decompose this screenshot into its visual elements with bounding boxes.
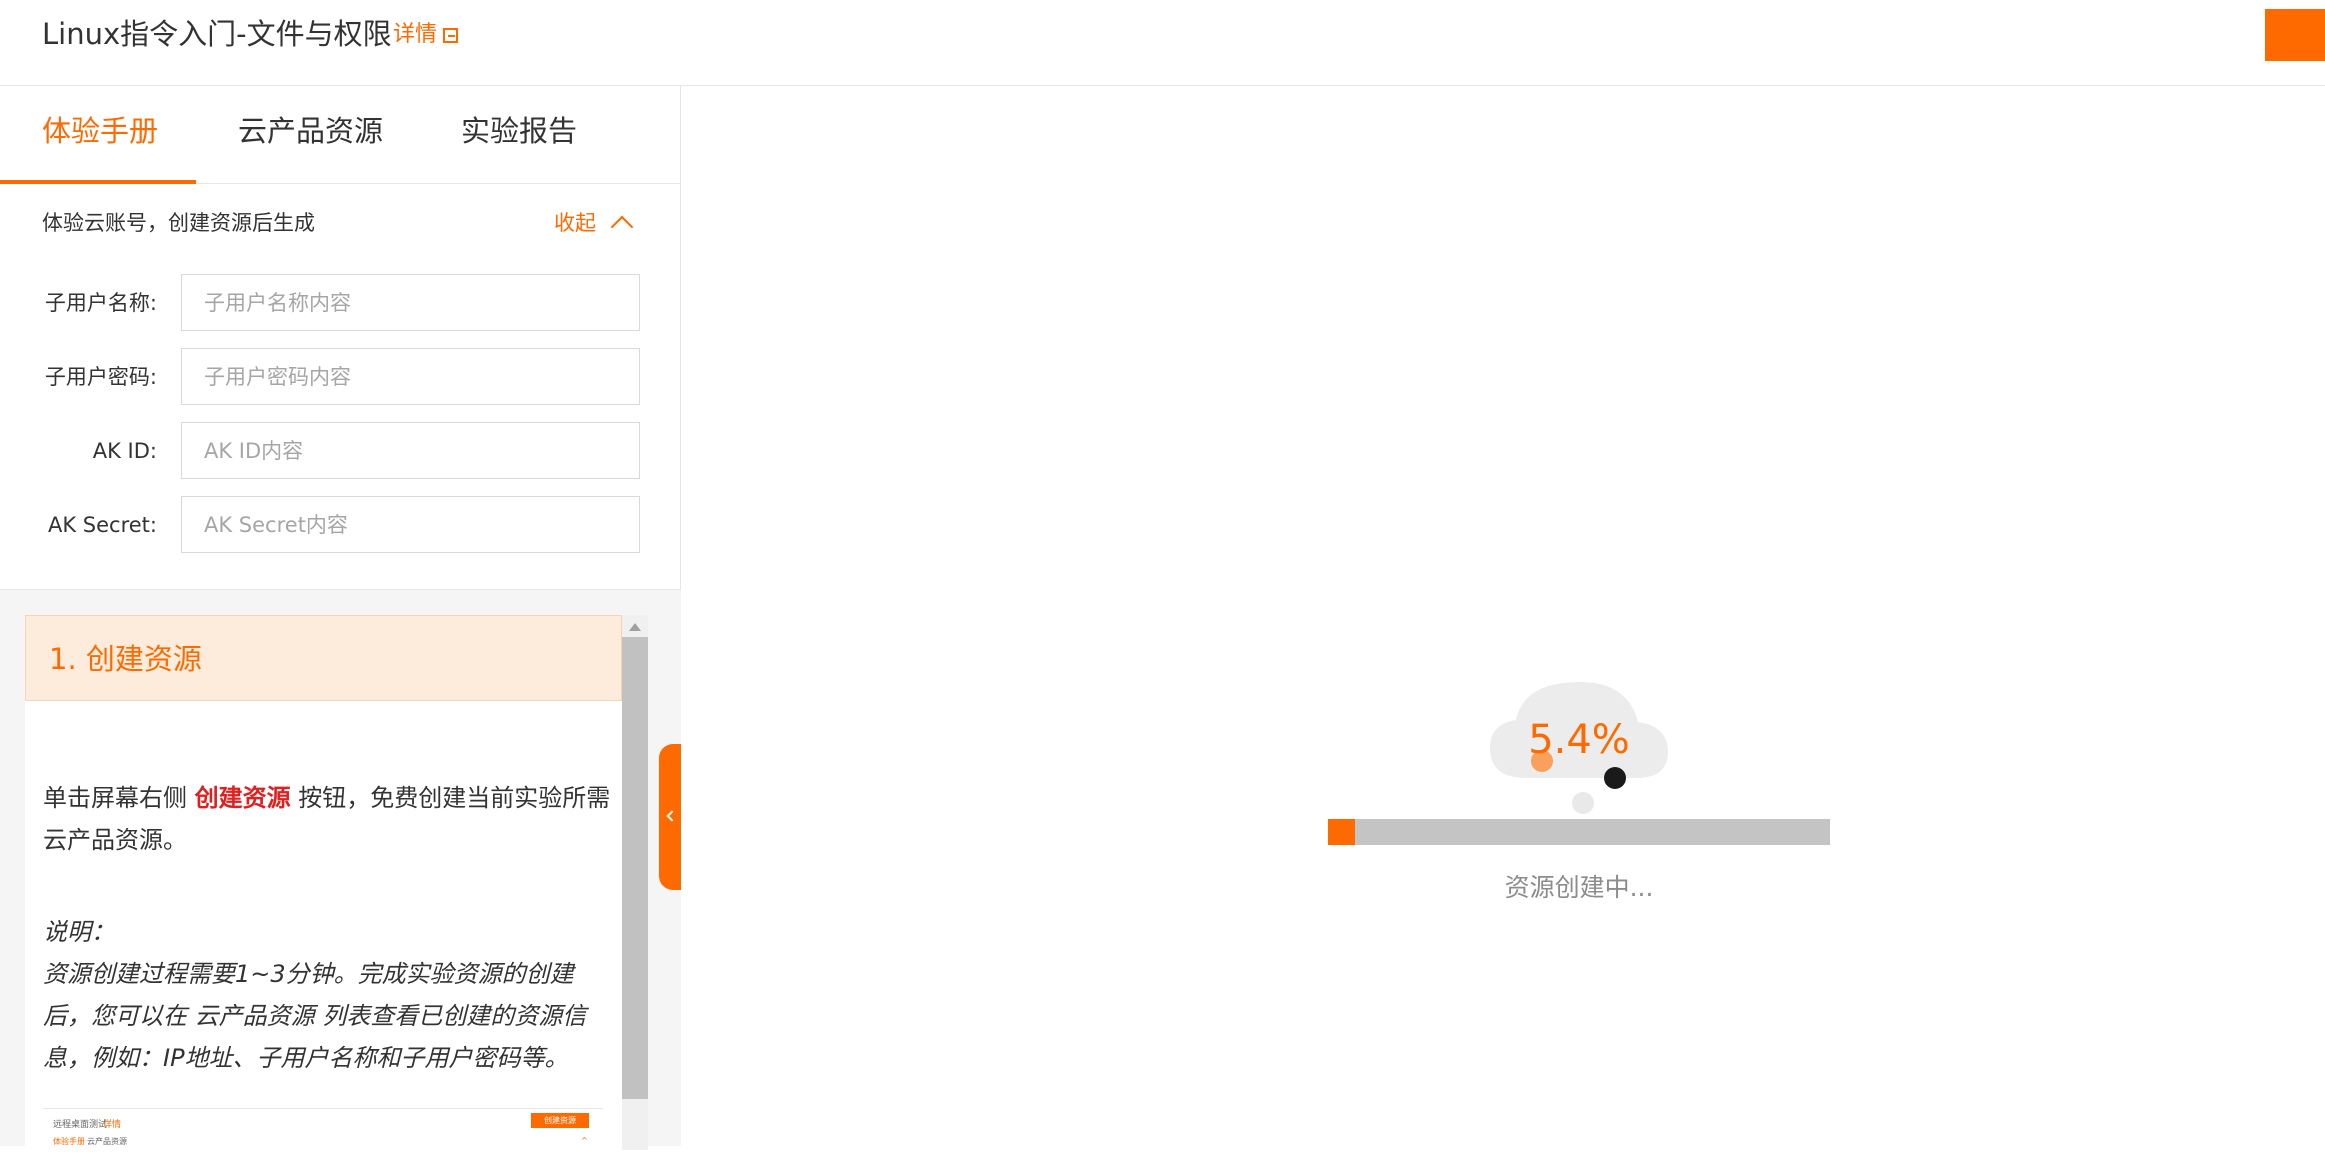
chevron-up-icon — [610, 215, 634, 239]
tab-lab-report[interactable]: 实验报告 — [461, 110, 577, 152]
scroll-thumb[interactable] — [622, 637, 648, 1099]
ak-secret-label: AK Secret: — [47, 513, 157, 537]
header-action-button[interactable] — [2265, 9, 2325, 61]
password-field[interactable] — [181, 348, 640, 405]
collapse-label: 收起 — [554, 211, 596, 235]
note-title: 说明： — [43, 918, 115, 946]
ak-secret-field[interactable] — [181, 496, 640, 553]
tab-manual[interactable]: 体验手册 — [42, 110, 158, 152]
field-row-username: 子用户名称: — [0, 274, 681, 332]
ak-id-label: AK ID: — [92, 439, 157, 463]
username-field[interactable] — [181, 274, 640, 331]
step-header: 1. 创建资源 — [25, 615, 622, 701]
field-row-ak-id: AK ID: — [0, 422, 681, 480]
detail-link[interactable]: 详情 — [393, 18, 459, 52]
panel-collapse-handle[interactable] — [659, 744, 681, 890]
thumbnail-link: 详情 — [103, 1120, 122, 1130]
manual-area: 1. 创建资源 单击屏幕右侧 创建资源 按钮，免费创建当前实验所需云产品资源。 … — [0, 589, 681, 1155]
progress-percent: 5.4% — [1528, 717, 1630, 763]
field-row-password: 子用户密码: — [0, 348, 681, 406]
chevron-left-icon — [666, 810, 678, 822]
instruction-highlight: 创建资源 — [194, 784, 291, 812]
thumbnail-tab-2: 云产品资源 — [87, 1137, 127, 1146]
tab-bar: 体验手册 云产品资源 实验报告 — [0, 86, 681, 184]
tab-cloud-resources[interactable]: 云产品资源 — [238, 110, 383, 152]
manual-scrollbar[interactable] — [622, 615, 648, 1150]
screenshot-thumbnail: 远程桌面测试 详情 创建资源 体验手册 云产品资源 ^ — [43, 1108, 603, 1148]
instruction-before: 单击屏幕右侧 — [43, 784, 195, 812]
progress-bar — [1328, 819, 1830, 845]
thumbnail-tab-1: 体验手册 — [53, 1137, 85, 1146]
detail-link-label: 详情 — [393, 22, 438, 47]
password-label: 子用户密码: — [44, 365, 157, 389]
active-tab-indicator — [0, 180, 196, 184]
external-link-icon — [443, 27, 459, 43]
step-title: 1. 创建资源 — [49, 642, 202, 676]
account-note: 体验云账号，创建资源后生成 — [42, 211, 315, 235]
thumbnail-mark: ^ — [581, 1136, 588, 1145]
progress-bar-fill — [1328, 819, 1356, 845]
top-header: Linux指令入门-文件与权限 详情 — [0, 0, 2325, 86]
left-panel: 体验手册 云产品资源 实验报告 体验云账号，创建资源后生成 收起 子用户名称: … — [0, 86, 681, 1155]
resource-loading: 5.4% 资源创建中... — [1328, 660, 1830, 920]
note-body: 资源创建过程需要1~3分钟。完成实验资源的创建后，您可以在 云产品资源 列表查看… — [43, 960, 587, 1072]
loading-status: 资源创建中... — [1504, 873, 1654, 902]
lab-title: Linux指令入门-文件与权限 — [42, 17, 392, 51]
account-header: 体验云账号，创建资源后生成 收起 — [42, 206, 642, 240]
thumbnail-title: 远程桌面测试 — [53, 1120, 108, 1130]
scroll-up-icon[interactable] — [629, 623, 641, 631]
ak-id-field[interactable] — [181, 422, 640, 479]
thumbnail-button: 创建资源 — [531, 1113, 589, 1128]
step-instruction: 单击屏幕右侧 创建资源 按钮，免费创建当前实验所需云产品资源。 — [43, 777, 613, 861]
manual-content: 1. 创建资源 单击屏幕右侧 创建资源 按钮，免费创建当前实验所需云产品资源。 … — [25, 615, 622, 1155]
collapse-button[interactable]: 收起 — [554, 206, 634, 240]
username-label: 子用户名称: — [44, 291, 157, 315]
field-row-ak-secret: AK Secret: — [0, 496, 681, 554]
